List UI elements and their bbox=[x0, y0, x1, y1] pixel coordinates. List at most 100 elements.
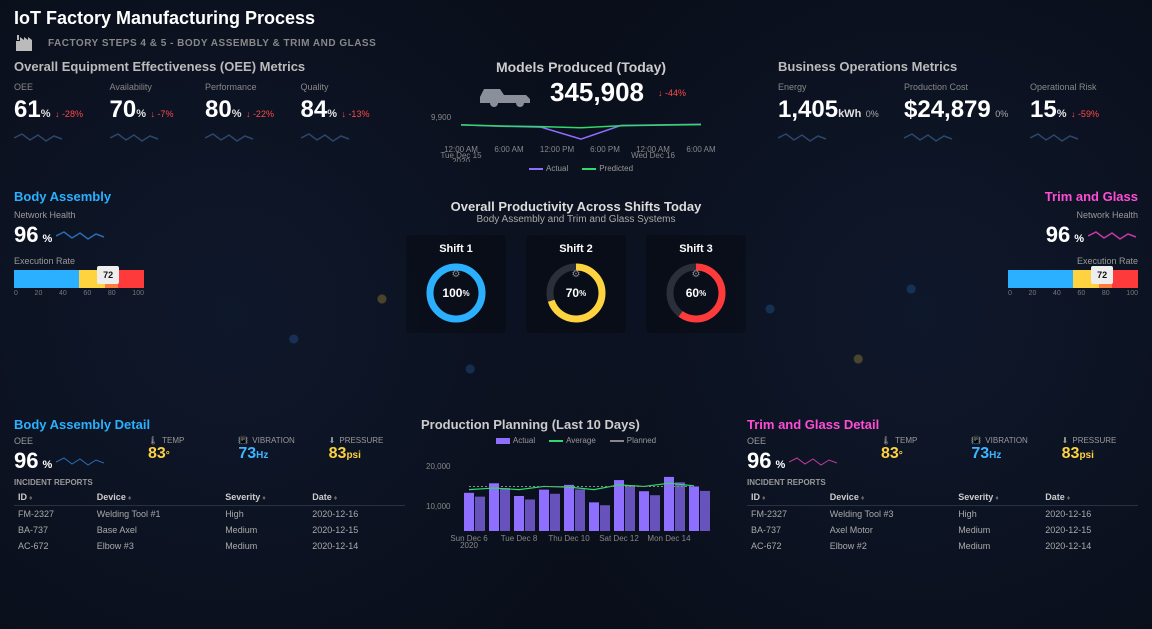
table-row[interactable]: AC-672Elbow #2Medium2020-12-14 bbox=[747, 538, 1138, 554]
models-produced-section: Models Produced (Today) 345,908 ↓ -44% 9… bbox=[402, 59, 760, 179]
planning-legend: Actual Average Planned bbox=[421, 436, 731, 445]
models-delta: ↓ -44% bbox=[658, 88, 686, 98]
body-oee-spark bbox=[56, 454, 104, 468]
table-row[interactable]: FM-2327Welding Tool #1High2020-12-16 bbox=[14, 506, 405, 523]
table-header[interactable]: Date♦ bbox=[1041, 489, 1138, 506]
biz-title: Business Operations Metrics bbox=[778, 59, 1138, 74]
trim-glass-title: Trim and Glass bbox=[1008, 189, 1138, 204]
page-subtitle: FACTORY STEPS 4 & 5 - BODY ASSEMBLY & TR… bbox=[48, 38, 376, 49]
oee-label: OEE bbox=[14, 436, 134, 446]
trim-detail-title: Trim and Glass Detail bbox=[747, 417, 1138, 432]
vibration-icon: 📳 bbox=[238, 436, 248, 445]
metric-delta: ↓ -28% bbox=[55, 109, 83, 119]
shift-value: 60% bbox=[664, 261, 728, 325]
shift-value: 100% bbox=[424, 261, 488, 325]
metric-spark bbox=[205, 130, 265, 142]
svg-text:9,900: 9,900 bbox=[431, 113, 452, 122]
temp-label: TEMP bbox=[895, 436, 917, 445]
svg-text:2020: 2020 bbox=[452, 157, 470, 162]
metric-label: Availability bbox=[110, 82, 194, 92]
pressure-icon: ⬇ bbox=[329, 436, 336, 445]
metric-value: 84 bbox=[301, 96, 328, 123]
shift-card: Shift 2 ⚙ 70% bbox=[526, 235, 626, 333]
temp-label: TEMP bbox=[162, 436, 184, 445]
body-assembly-panel: Body Assembly Network Health 96% Executi… bbox=[14, 189, 144, 409]
body-detail-oee: 96 bbox=[14, 448, 38, 474]
table-header[interactable]: Device♦ bbox=[826, 489, 954, 506]
svg-text:Sat Dec 12: Sat Dec 12 bbox=[599, 534, 639, 543]
table-row[interactable]: AC-672Elbow #3Medium2020-12-14 bbox=[14, 538, 405, 554]
metric-label: OEE bbox=[14, 82, 98, 92]
table-header[interactable]: Device♦ bbox=[93, 489, 221, 506]
metric-card: Quality 84% ↓ -13% bbox=[301, 82, 385, 147]
network-health-label: Network Health bbox=[14, 210, 144, 220]
svg-text:10,000: 10,000 bbox=[426, 502, 451, 511]
incidents-label: INCIDENT REPORTS bbox=[14, 478, 405, 487]
body-detail-section: Body Assembly Detail OEE 96% 🌡TEMP 83° 📳… bbox=[14, 417, 405, 554]
vib-label: VIBRATION bbox=[252, 436, 295, 445]
models-chart: 9,900 12:00 AMTue Dec 1520206:00 AM12:00… bbox=[422, 112, 740, 162]
press-label: PRESSURE bbox=[1072, 436, 1116, 445]
metric-spark bbox=[778, 130, 838, 142]
trim-oee-spark bbox=[789, 454, 837, 468]
vib-label: VIBRATION bbox=[985, 436, 1028, 445]
svg-text:6:00 AM: 6:00 AM bbox=[494, 145, 524, 154]
trim-vib: 73 bbox=[971, 445, 989, 462]
table-row[interactable]: FM-2327Welding Tool #3High2020-12-16 bbox=[747, 506, 1138, 523]
shift-value: 70% bbox=[544, 261, 608, 325]
models-legend: Actual Predicted bbox=[402, 164, 760, 173]
trim-exec-gauge: 72 bbox=[1008, 270, 1138, 288]
table-header[interactable]: Severity♦ bbox=[221, 489, 308, 506]
body-vib: 73 bbox=[238, 445, 256, 462]
metric-delta: ↓ -59% bbox=[1071, 109, 1099, 119]
metric-card: Production Cost $24,879 0% bbox=[904, 82, 1012, 147]
metric-value: 61 bbox=[14, 96, 41, 123]
svg-text:20,000: 20,000 bbox=[426, 462, 451, 471]
metric-label: Performance bbox=[205, 82, 289, 92]
metric-delta: ↓ -13% bbox=[341, 109, 369, 119]
shift-label: Shift 2 bbox=[530, 243, 622, 255]
thermometer-icon: 🌡 bbox=[881, 436, 891, 445]
metric-label: Energy bbox=[778, 82, 886, 92]
table-header[interactable]: Severity♦ bbox=[954, 489, 1041, 506]
svg-text:Mon Dec 14: Mon Dec 14 bbox=[647, 534, 691, 543]
incidents-label: INCIDENT REPORTS bbox=[747, 478, 1138, 487]
page-title: IoT Factory Manufacturing Process bbox=[14, 8, 1138, 29]
planning-title: Production Planning (Last 10 Days) bbox=[421, 417, 731, 432]
svg-text:2020: 2020 bbox=[460, 541, 478, 550]
metric-card: OEE 61% ↓ -28% bbox=[14, 82, 98, 147]
body-exec-gauge: 72 bbox=[14, 270, 144, 288]
models-title: Models Produced (Today) bbox=[402, 59, 760, 75]
metric-delta: ↓ -7% bbox=[150, 109, 173, 119]
business-metrics-section: Business Operations Metrics Energy 1,405… bbox=[778, 59, 1138, 179]
metric-spark bbox=[110, 130, 170, 142]
body-incidents-table: ID♦Device♦Severity♦Date♦ FM-2327Welding … bbox=[14, 489, 405, 554]
productivity-subtitle: Body Assembly and Trim and Glass Systems bbox=[477, 214, 676, 225]
thermometer-icon: 🌡 bbox=[148, 436, 158, 445]
table-header[interactable]: Date♦ bbox=[308, 489, 405, 506]
trim-detail-oee: 96 bbox=[747, 448, 771, 474]
table-row[interactable]: BA-737Base AxelMedium2020-12-15 bbox=[14, 522, 405, 538]
table-header[interactable]: ID♦ bbox=[747, 489, 826, 506]
body-assembly-title: Body Assembly bbox=[14, 189, 144, 204]
metric-spark bbox=[904, 130, 964, 142]
body-network-spark bbox=[56, 228, 106, 242]
trim-press: 83 bbox=[1062, 445, 1080, 462]
models-value: 345,908 bbox=[550, 77, 644, 108]
metric-value: 70 bbox=[110, 96, 137, 123]
metric-card: Operational Risk 15% ↓ -59% bbox=[1030, 82, 1138, 147]
body-temp: 83 bbox=[148, 445, 166, 462]
table-row[interactable]: BA-737Axel MotorMedium2020-12-15 bbox=[747, 522, 1138, 538]
shift-card: Shift 1 ⚙ 100% bbox=[406, 235, 506, 333]
shift-donut: ⚙ 60% bbox=[664, 261, 728, 325]
shift-card: Shift 3 ⚙ 60% bbox=[646, 235, 746, 333]
body-exec-marker: 72 bbox=[97, 266, 119, 284]
trim-exec-marker: 72 bbox=[1091, 266, 1113, 284]
svg-text:6:00 AM: 6:00 AM bbox=[686, 145, 716, 154]
network-health-label: Network Health bbox=[1008, 210, 1138, 220]
svg-text:6:00 PM: 6:00 PM bbox=[590, 145, 620, 154]
exec-rate-label: Execution Rate bbox=[14, 256, 144, 266]
table-header[interactable]: ID♦ bbox=[14, 489, 93, 506]
metric-label: Production Cost bbox=[904, 82, 1012, 92]
trim-detail-section: Trim and Glass Detail OEE 96% 🌡TEMP 83° … bbox=[747, 417, 1138, 554]
